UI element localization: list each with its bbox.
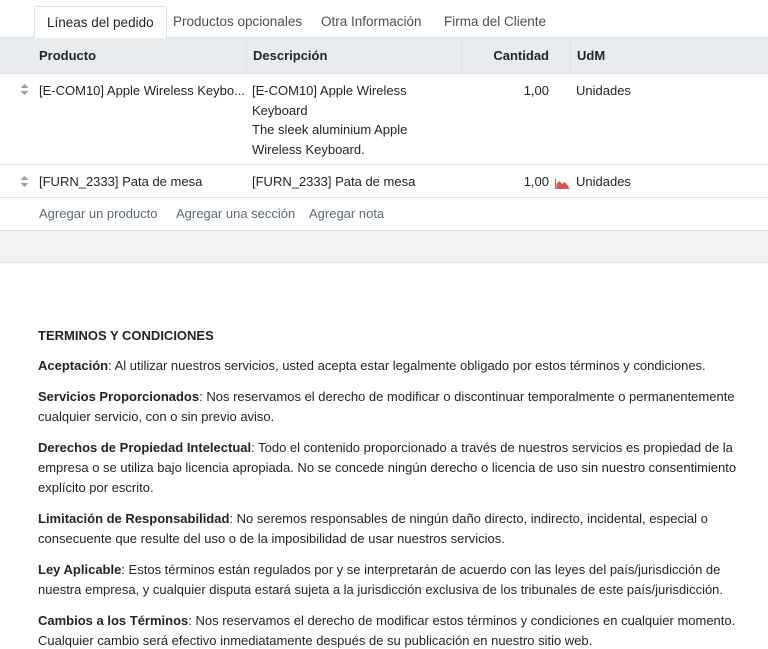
terms-heading: Servicios Proporcionados: [38, 389, 200, 404]
line-quantity[interactable]: 1,00: [470, 81, 549, 101]
line-product[interactable]: [E-COM10] Apple Wireless Keybo...: [39, 81, 245, 101]
terms-text: : Al utilizar nuestros servicios, usted …: [108, 358, 706, 373]
terms-paragraph: Derechos de Propiedad Intelectual: Todo …: [38, 438, 758, 498]
description-line: Wireless Keyboard.: [252, 141, 365, 157]
terms-paragraph: Limitación de Responsabilidad: No seremo…: [38, 509, 758, 549]
terms-paragraph: Servicios Proporcionados: Nos reservamos…: [38, 387, 758, 427]
add-section-link[interactable]: Agregar una sección: [176, 206, 295, 221]
terms-text: : Estos términos están regulados por y s…: [38, 562, 724, 597]
terms-heading: Derechos de Propiedad Intelectual: [38, 440, 252, 455]
line-uom[interactable]: Unidades: [576, 81, 631, 101]
add-note-link[interactable]: Agregar nota: [309, 206, 384, 221]
line-uom[interactable]: Unidades: [576, 172, 631, 192]
table-row[interactable]: [E-COM10] Apple Wireless Keybo... [E-COM…: [0, 74, 768, 165]
column-header-description[interactable]: Descripción: [246, 38, 461, 74]
tab-customer-signature[interactable]: Firma del Cliente: [432, 6, 558, 38]
terms-heading: Limitación de Responsabilidad: [38, 511, 230, 526]
terms-heading: Cambios a los Términos: [38, 613, 189, 628]
terms-paragraph: Ley Aplicable: Estos términos están regu…: [38, 560, 758, 600]
tab-optional-products[interactable]: Productos opcionales: [161, 6, 314, 38]
column-header-product[interactable]: Producto: [33, 38, 246, 74]
area-chart-icon[interactable]: [555, 174, 570, 194]
table-row[interactable]: [FURN_2333] Pata de mesa [FURN_2333] Pat…: [0, 165, 768, 198]
notebook-tabs: Líneas del pedido Productos opcionales O…: [0, 0, 768, 39]
add-line-controls: Agregar un producto Agregar una sección …: [0, 198, 768, 231]
table-footer: [0, 231, 768, 263]
line-quantity[interactable]: 1,00: [470, 172, 549, 192]
description-line: [E-COM10] Apple Wireless: [252, 83, 407, 98]
drag-handle-icon[interactable]: [20, 176, 29, 187]
terms-heading: Aceptación: [38, 358, 109, 373]
line-description[interactable]: [E-COM10] Apple Wireless Keyboard The sl…: [252, 81, 452, 159]
description-line: [FURN_2333] Pata de mesa: [252, 174, 416, 189]
description-line: The sleek aluminium Apple: [252, 122, 408, 137]
add-product-link[interactable]: Agregar un producto: [39, 206, 158, 221]
line-description[interactable]: [FURN_2333] Pata de mesa: [252, 172, 452, 192]
terms-title: TERMINOS Y CONDICIONES: [38, 328, 214, 343]
tab-other-info[interactable]: Otra Información: [309, 6, 434, 38]
column-header-quantity[interactable]: Cantidad: [461, 38, 555, 74]
terms-paragraph: Aceptación: Al utilizar nuestros servici…: [38, 356, 758, 376]
order-lines-header: Producto Descripción Cantidad UdM: [0, 38, 768, 74]
drag-handle-icon[interactable]: [20, 84, 29, 95]
description-line: Keyboard: [252, 102, 308, 118]
tab-order-lines[interactable]: Líneas del pedido: [34, 6, 167, 39]
terms-and-conditions[interactable]: TERMINOS Y CONDICIONES Aceptación: Al ut…: [38, 327, 758, 649]
terms-paragraph: Cambios a los Términos: Nos reservamos e…: [38, 611, 758, 649]
terms-heading: Ley Aplicable: [38, 562, 122, 577]
line-product[interactable]: [FURN_2333] Pata de mesa: [39, 172, 244, 192]
column-header-uom[interactable]: UdM: [570, 38, 768, 74]
